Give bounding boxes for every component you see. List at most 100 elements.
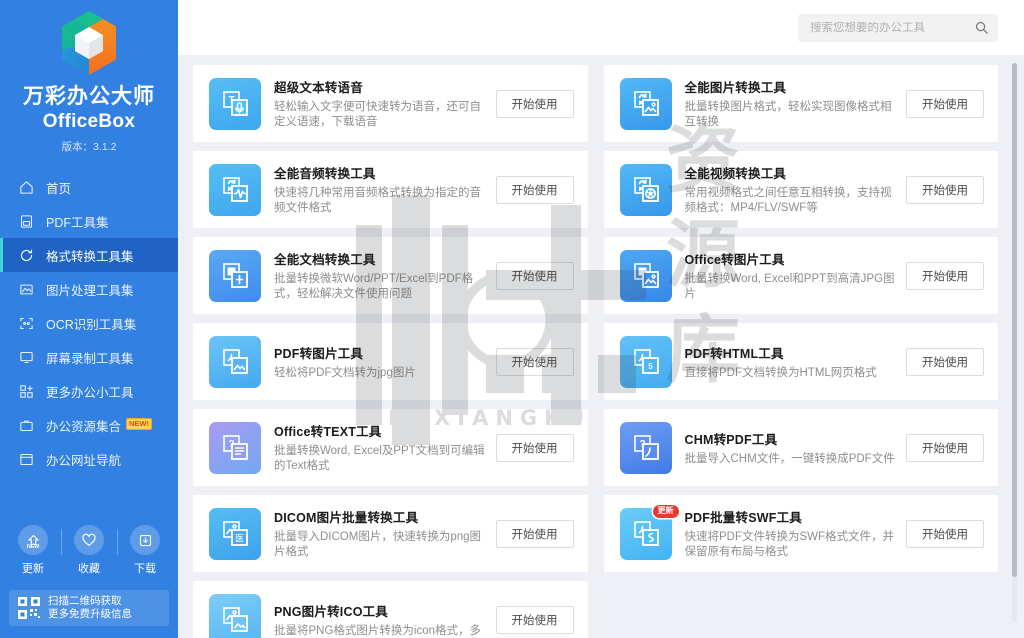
tool-text: 全能图片转换工具 批量转换图片格式，轻松实现图像格式相互转换 [685,77,907,130]
sidebar-item-web-nav[interactable]: 办公网址导航 [0,442,178,476]
tool-title: CHM转PDF工具 [684,432,778,447]
tool-desc: 轻松输入文字便可快速转为语音，还可自定义语速，下载语音 [274,101,481,128]
image-convert-icon [619,77,672,130]
tool-desc: 常用视频格式之间任意互相转换，支持视频格式：MP4/FLV/SWF等 [684,187,892,214]
tool-card[interactable]: Office转图片工具 批量转换Word, Excel和PPT到高清JPG图片 … [603,237,998,314]
tool-desc: 批量将PNG格式图片转换为icon格式，多 [274,624,482,637]
tool-text: Office转TEXT工具 批量转换Word, Excel及PPT文档到可编辑的… [274,421,496,474]
sidebar-item-ocr-tools[interactable]: OCR识别工具集 [0,306,178,340]
tools-right-column: 全能图片转换工具 批量转换图片格式，轻松实现图像格式相互转换 开始使用 全能视频… [596,65,1007,638]
qr-code-icon [18,597,40,619]
sidebar-item-more-tools[interactable]: 更多办公小工具 [0,374,178,408]
sidebar-item-label: PDF工具集 [46,215,109,230]
video-convert-icon [619,163,672,216]
briefcase-icon [17,416,36,435]
tool-text: 全能音频转换工具 快速将几种常用音频格式转换为指定的音频文件格式 [274,163,496,216]
tool-card[interactable]: 全能图片转换工具 批量转换图片格式，轻松实现图像格式相互转换 开始使用 [603,65,998,142]
start-button[interactable]: 开始使用 [495,519,574,548]
start-button[interactable]: 开始使用 [495,605,574,634]
pdf-icon [17,212,36,231]
quick-action-update[interactable]: NEW 更新 [5,525,61,576]
sidebar-item-format-convert[interactable]: 格式转换工具集 [0,238,178,272]
qr-line-2: 更多免费升级信息 [48,608,132,620]
tool-title: Office转TEXT工具 [274,425,382,439]
start-button[interactable]: 开始使用 [495,347,574,376]
tool-title: PDF转图片工具 [274,346,364,361]
tools-left-column: T 超级文本转语音 轻松输入文字便可快速转为语音，还可自定义语速，下载语音 [185,65,596,638]
start-button[interactable]: 开始使用 [906,175,984,204]
tool-card[interactable]: 5 PDF转HTML工具 直接将PDF文档转换为HTML网页格式 开始使用 [603,323,998,400]
tool-card[interactable]: 医 DICOM图片批量转换工具 批量导入DICOM图片，快速转换为png图片格式… [193,495,588,572]
qr-text: 扫描二维码获取 更多免费升级信息 [48,595,132,621]
tool-desc: 批量导入DICOM图片，快速转换为png图片格式 [274,531,482,558]
search-input[interactable] [810,21,974,34]
tool-title: 全能文档转换工具 [274,253,376,267]
start-button[interactable]: 开始使用 [495,89,574,118]
qr-line-1: 扫描二维码获取 [48,595,122,607]
start-button[interactable]: 开始使用 [495,175,574,204]
search-box[interactable] [798,13,998,42]
sidebar-item-office-resources[interactable]: 办公资源集合 NEW! [0,408,178,442]
doc-convert-icon [209,249,261,302]
tool-card[interactable]: T 超级文本转语音 轻松输入文字便可快速转为语音，还可自定义语速，下载语音 [193,65,588,142]
tool-card[interactable]: 全能视频转换工具 常用视频格式之间任意互相转换，支持视频格式：MP4/FLV/S… [603,151,998,228]
qr-upgrade-banner[interactable]: 扫描二维码获取 更多免费升级信息 [9,590,169,626]
tool-card[interactable]: ? CHM转PDF工具 批量导入CHM文件，一键转换成PDF文件 [603,409,998,486]
tool-desc: 批量转换Word, Excel和PPT到高清JPG图片 [684,273,895,300]
start-button[interactable]: 开始使用 [495,261,574,290]
tool-text: 全能视频转换工具 常用视频格式之间任意互相转换，支持视频格式：MP4/FLV/S… [685,163,907,216]
start-button[interactable]: 开始使用 [906,89,984,118]
tool-title: PDF批量转SWF工具 [684,511,802,525]
image-icon [17,280,36,299]
tool-card[interactable]: 全能音频转换工具 快速将几种常用音频格式转换为指定的音频文件格式 开始使用 [193,151,588,228]
search-icon[interactable] [974,20,989,35]
sidebar-item-label: 屏幕录制工具集 [46,351,134,366]
tool-card[interactable]: 更新 PDF批量转SWF工具 快速将PDF文件转换为SWF格式文件，并保留原有布… [603,495,998,572]
scrollbar-thumb[interactable] [1012,63,1017,578]
sidebar-item-home[interactable]: 首页 [0,170,178,204]
tool-text: PNG图片转ICO工具 批量将PNG格式图片转换为icon格式，多 [274,601,496,638]
tool-title: 全能图片转换工具 [684,81,787,95]
tool-title: PNG图片转ICO工具 [274,604,389,619]
tool-title: Office转图片工具 [684,253,785,267]
tool-card[interactable]: ? Office转TEXT工具 批量转换Word, Excel及PPT文档到可编… [193,409,588,486]
tools-scroll-area[interactable]: T 超级文本转语音 轻松输入文字便可快速转为语音，还可自定义语速，下载语音 [178,55,1024,638]
dicom-convert-icon: 医 [209,507,261,560]
download-icon [130,525,160,555]
sidebar-item-label: 格式转换工具集 [46,249,134,264]
brand-name-en: OfficeBox [42,111,136,132]
brand-version: 版本：3.1.2 [61,141,117,153]
tool-desc: 批量转换微软Word/PPT/Excel到PDF格式，轻松解决文件使用问题 [274,273,474,300]
quick-new-label: NEW [26,544,40,550]
start-button[interactable]: 开始使用 [906,261,984,290]
quick-action-label: 更新 [22,563,44,575]
pdf-to-image-icon [209,335,261,388]
office-to-image-icon [619,249,672,302]
tool-desc: 批量转换图片格式，轻松实现图像格式相互转换 [684,101,892,128]
sidebar-item-label: 首页 [46,181,72,196]
sidebar-item-label: 办公资源集合 [46,419,122,434]
png-to-ico-icon [209,593,261,638]
tool-card[interactable]: PDF转图片工具 轻松将PDF文档转为jpg图片 开始使用 [193,323,588,400]
chm-to-pdf-icon: ? [619,421,672,474]
convert-icon [17,246,36,265]
tool-desc: 批量转换Word, Excel及PPT文档到可编辑的Text格式 [274,445,485,472]
tool-desc: 快速将几种常用音频格式转换为指定的音频文件格式 [274,187,481,214]
quick-action-favorites[interactable]: 收藏 [61,525,117,576]
quick-action-download[interactable]: 下载 [117,525,173,576]
sidebar-item-image-tools[interactable]: 图片处理工具集 [0,272,178,306]
tool-text: PDF批量转SWF工具 快速将PDF文件转换为SWF格式文件，并保留原有布局与格… [685,507,907,560]
start-button[interactable]: 开始使用 [495,433,574,462]
tool-card[interactable]: 全能文档转换工具 批量转换微软Word/PPT/Excel到PDF格式，轻松解决… [193,237,588,314]
vertical-scrollbar[interactable] [1012,63,1017,622]
tool-card[interactable]: PNG图片转ICO工具 批量将PNG格式图片转换为icon格式，多 开始使用 [193,581,588,638]
start-button[interactable]: 开始使用 [906,347,984,376]
sidebar-quick-actions: NEW 更新 收藏 下载 [0,525,178,576]
sidebar-item-screen-record[interactable]: 屏幕录制工具集 [0,340,178,374]
tool-text: DICOM图片批量转换工具 批量导入DICOM图片，快速转换为png图片格式 [274,507,496,560]
sidebar-item-pdf-tools[interactable]: PDF工具集 [0,204,178,238]
upgrade-arrow-icon: NEW [18,525,48,555]
start-button[interactable]: 开始使用 [906,519,984,548]
start-button[interactable]: 开始使用 [906,433,984,462]
text-to-speech-icon: T [209,77,261,130]
